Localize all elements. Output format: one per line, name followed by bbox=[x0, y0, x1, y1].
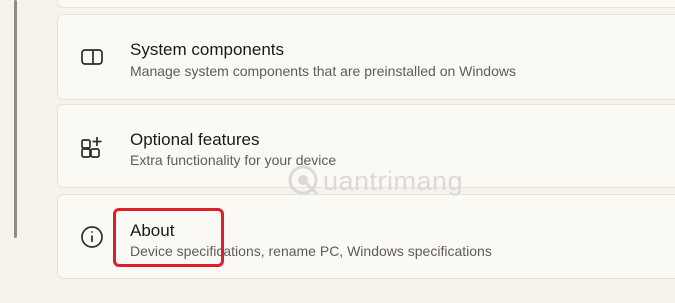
settings-item-system-components[interactable]: System components Manage system componen… bbox=[57, 14, 675, 100]
watermark-logo-icon bbox=[285, 162, 321, 198]
watermark-text: uantrimang bbox=[323, 166, 464, 196]
settings-item-title: System components bbox=[130, 40, 285, 59]
watermark: uantrimang bbox=[285, 160, 510, 200]
settings-card-partial[interactable] bbox=[57, 0, 675, 8]
about-highlight-box bbox=[113, 208, 224, 267]
scrollbar[interactable] bbox=[14, 0, 17, 238]
settings-item-description: Manage system components that are preins… bbox=[130, 63, 516, 79]
system-components-icon bbox=[79, 44, 105, 70]
settings-item-title: Optional features bbox=[130, 130, 260, 149]
info-icon bbox=[79, 224, 105, 250]
optional-features-icon bbox=[79, 134, 105, 160]
